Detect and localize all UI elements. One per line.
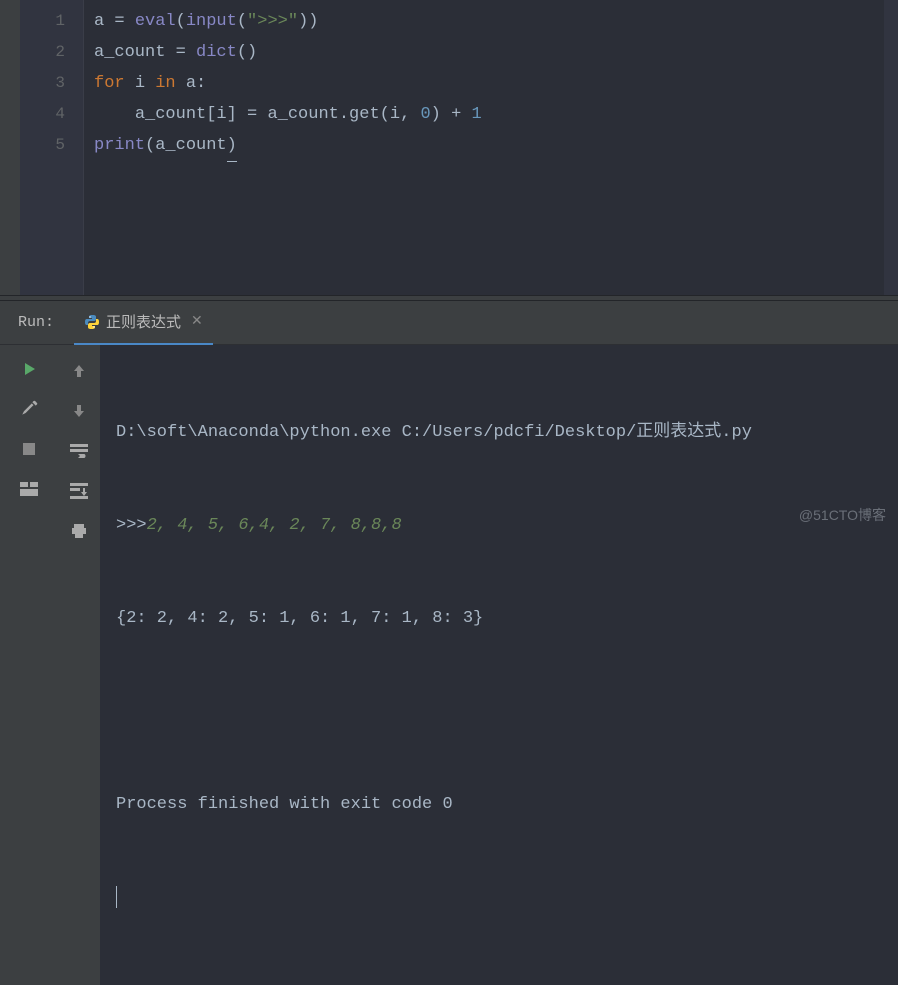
close-icon[interactable]: ✕ (191, 313, 203, 330)
run-tab-label: 正则表达式 (106, 311, 181, 332)
code-line-2[interactable]: a_count = dict() (94, 37, 884, 68)
paren: ) (227, 130, 237, 162)
line-number[interactable]: 4 (20, 99, 65, 130)
number-literal: 1 (471, 105, 481, 124)
number-literal: 0 (420, 105, 430, 124)
run-tab[interactable]: 正则表达式 ✕ (74, 301, 213, 345)
code-line-5[interactable]: print(a_count) (94, 130, 884, 161)
run-label: Run: (0, 314, 58, 331)
rerun-button[interactable] (17, 357, 41, 381)
paren: ( (145, 136, 155, 155)
paren: ( (176, 12, 186, 31)
console-user-input: 2, 4, 5, 6,4, 2, 7, 8,8,8 (147, 516, 402, 535)
editor-left-gutter (0, 0, 20, 295)
run-tool-window: Run: 正则表达式 ✕ (0, 301, 898, 539)
console-line[interactable]: Process finished with exit code 0 (116, 789, 882, 820)
layout-button[interactable] (17, 477, 41, 501)
operator: = (247, 105, 267, 124)
builtin-input: input (186, 12, 237, 31)
code-line-4[interactable]: a_count[i] = a_count.get(i, 0) + 1 (94, 99, 884, 130)
editor-scrollbar[interactable] (884, 0, 898, 295)
method-call: a_count.get(i (267, 105, 400, 124)
console-output[interactable]: D:\soft\Anaconda\python.exe C:/Users/pdc… (100, 345, 898, 985)
down-arrow-button[interactable] (67, 399, 91, 423)
line-number[interactable]: 5 (20, 130, 65, 161)
watermark: @51CTO博客 (799, 505, 886, 525)
line-number[interactable]: 2 (20, 37, 65, 68)
console-line[interactable] (116, 696, 882, 727)
soft-wrap-button[interactable] (67, 439, 91, 463)
scroll-to-end-button[interactable] (67, 479, 91, 503)
variable: a_count (94, 43, 176, 62)
builtin-dict: dict (196, 43, 237, 62)
variable: a (94, 12, 114, 31)
console-line[interactable]: >>>2, 4, 5, 6,4, 2, 7, 8,8,8 (116, 510, 882, 541)
operator: = (114, 12, 134, 31)
code-editor: 1 2 3 4 5 a = eval(input(">>>")) a_count… (0, 0, 898, 295)
python-icon (84, 314, 100, 330)
keyword-in: in (155, 74, 186, 93)
comma: , (400, 105, 420, 124)
paren: )) (298, 12, 318, 31)
string-literal: ">>>" (247, 12, 298, 31)
line-number-gutter[interactable]: 1 2 3 4 5 (20, 0, 84, 295)
colon: : (196, 74, 206, 93)
text-cursor (116, 886, 117, 908)
builtin-print: print (94, 136, 145, 155)
line-number[interactable]: 3 (20, 68, 65, 99)
variable: a (186, 74, 196, 93)
variable: a_count (155, 136, 226, 155)
up-arrow-button[interactable] (67, 359, 91, 383)
console-cursor-line[interactable] (116, 882, 882, 913)
code-line-3[interactable]: for i in a: (94, 68, 884, 99)
paren: ( (237, 12, 247, 31)
console-line[interactable]: D:\soft\Anaconda\python.exe C:/Users/pdc… (116, 417, 882, 448)
variable: a_count[i] (135, 105, 247, 124)
variable: i (135, 74, 155, 93)
operator: ) + (431, 105, 472, 124)
indent (94, 105, 135, 124)
run-header: Run: 正则表达式 ✕ (0, 301, 898, 345)
operator: = (176, 43, 196, 62)
line-number[interactable]: 1 (20, 6, 65, 37)
code-text-area[interactable]: a = eval(input(">>>")) a_count = dict() … (84, 0, 884, 295)
console-prompt: >>> (116, 516, 147, 535)
code-line-1[interactable]: a = eval(input(">>>")) (94, 6, 884, 37)
print-button[interactable] (67, 519, 91, 543)
stop-button[interactable] (17, 437, 41, 461)
keyword-for: for (94, 74, 135, 93)
settings-button[interactable] (17, 397, 41, 421)
builtin-eval: eval (135, 12, 176, 31)
paren: () (237, 43, 257, 62)
console-line[interactable]: {2: 2, 4: 2, 5: 1, 6: 1, 7: 1, 8: 3} (116, 603, 882, 634)
run-body: Run: 正则表达式 ✕ (0, 301, 898, 539)
run-toolbar-primary (0, 345, 58, 985)
run-toolbar-secondary (58, 345, 100, 985)
run-content: D:\soft\Anaconda\python.exe C:/Users/pdc… (0, 345, 898, 985)
